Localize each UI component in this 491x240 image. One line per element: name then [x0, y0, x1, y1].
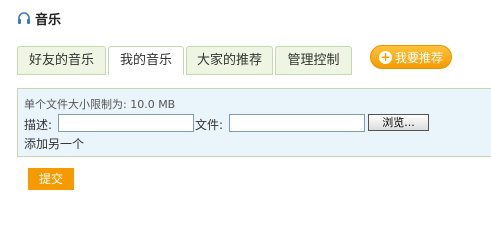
plus-icon: +	[378, 49, 392, 64]
tab-manage[interactable]: 管理控制	[275, 46, 352, 75]
tab-everyone-recommend[interactable]: 大家的推荐	[186, 46, 273, 75]
file-size-limit: 单个文件大小限制为: 10.0 MB	[24, 98, 176, 111]
upload-panel: 单个文件大小限制为: 10.0 MB 描述: 文件: 浏览... 添加另一个	[17, 88, 491, 157]
tab-my-music[interactable]: 我的音乐	[108, 46, 184, 75]
file-path-input[interactable]	[229, 114, 365, 132]
recommend-button-label: 我要推荐	[394, 50, 443, 65]
description-input[interactable]	[58, 114, 194, 132]
recommend-button[interactable]: + 我要推荐	[370, 45, 452, 69]
page-title: 音乐	[35, 12, 62, 28]
headphones-icon	[17, 11, 31, 25]
description-label: 描述:	[24, 118, 53, 132]
file-label: 文件:	[195, 118, 224, 132]
page-header: 音乐	[17, 9, 62, 28]
add-another-link[interactable]: 添加另一个	[24, 135, 84, 152]
tab-friends-music[interactable]: 好友的音乐	[17, 46, 106, 75]
submit-button[interactable]: 提交	[28, 168, 74, 190]
browse-button[interactable]: 浏览...	[368, 114, 429, 131]
